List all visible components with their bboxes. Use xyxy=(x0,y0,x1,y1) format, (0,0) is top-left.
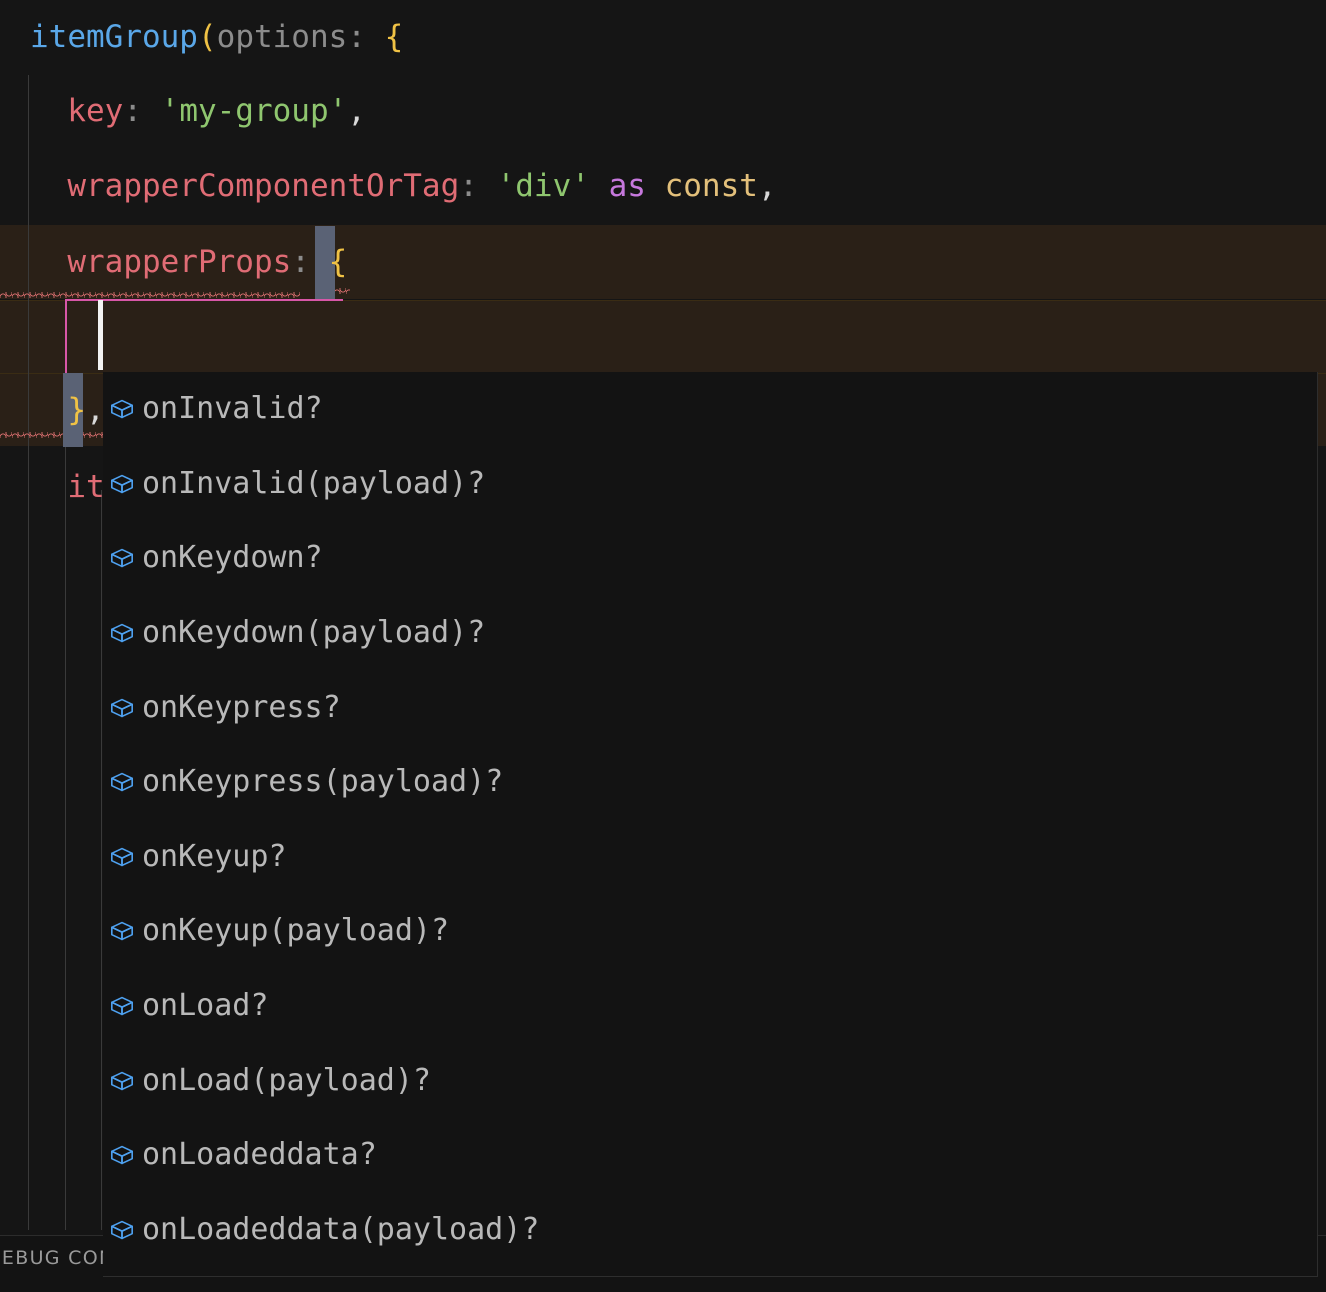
code-token: 'div' xyxy=(496,168,590,204)
code-line[interactable]: wrapperProps: { xyxy=(0,225,1326,299)
code-line-text: }, xyxy=(30,373,105,447)
code-line[interactable]: key: 'my-group', xyxy=(0,74,1326,148)
code-token: key xyxy=(67,93,124,129)
suggest-row[interactable]: onKeypress(payload)? xyxy=(103,745,1317,820)
code-token: } xyxy=(67,392,86,428)
code-line-text: wrapperProps: { xyxy=(30,225,347,299)
suggest-row-label: onKeyup? xyxy=(142,838,287,874)
property-cube-icon xyxy=(109,918,135,944)
property-cube-icon xyxy=(109,993,135,1019)
code-token: ( xyxy=(197,19,217,55)
code-token: : xyxy=(291,244,329,280)
code-token: const xyxy=(664,168,758,204)
code-token: itemGroup xyxy=(30,19,198,55)
code-token: it xyxy=(67,469,105,505)
suggest-row[interactable]: onInvalid? xyxy=(103,372,1317,447)
property-cube-icon xyxy=(109,769,135,795)
property-cube-icon xyxy=(109,695,135,721)
property-cube-icon xyxy=(109,1068,135,1094)
suggest-row-label: onKeypress(payload)? xyxy=(142,764,504,800)
suggest-row-label: onInvalid(payload)? xyxy=(142,465,486,501)
property-cube-icon xyxy=(109,396,135,422)
suggest-row[interactable]: onKeyup(payload)? xyxy=(103,894,1317,969)
code-token: wrapperComponentOrTag xyxy=(67,168,460,204)
suggest-widget[interactable]: onInvalid? onInvalid(payload)? onKeydown… xyxy=(103,372,1318,1277)
suggest-row[interactable]: onLoad(payload)? xyxy=(103,1043,1317,1118)
code-line-text: key: 'my-group', xyxy=(30,74,366,148)
code-token: wrapperProps xyxy=(67,244,292,280)
property-cube-icon xyxy=(109,471,135,497)
suggest-row-label: onKeyup(payload)? xyxy=(142,913,450,949)
code-token: : xyxy=(459,168,497,204)
suggest-row[interactable]: onLoadeddata? xyxy=(103,1118,1317,1193)
code-line-text: itemGroup(options: { xyxy=(30,0,403,74)
suggest-row[interactable]: onKeydown(payload)? xyxy=(103,596,1317,671)
suggest-row[interactable]: onLoadeddata(payload)? xyxy=(103,1193,1317,1268)
code-line[interactable]: itemGroup(options: { xyxy=(0,0,1326,74)
code-token: options: xyxy=(216,19,385,55)
code-token: as xyxy=(608,168,646,204)
suggest-row-label: onInvalid? xyxy=(142,391,323,427)
suggest-row-label: onKeydown? xyxy=(142,540,323,576)
suggest-row[interactable]: onKeydown? xyxy=(103,521,1317,596)
code-line-text xyxy=(30,300,105,374)
suggest-row[interactable]: onInvalid(payload)? xyxy=(103,447,1317,522)
property-cube-icon xyxy=(109,545,135,571)
code-editor-window: itemGroup(options: { key: 'my-group', wr… xyxy=(0,0,1326,1292)
code-token: { xyxy=(328,244,348,280)
code-line[interactable]: wrapperComponentOrTag: 'div' as const, xyxy=(0,149,1326,223)
code-line-text: it xyxy=(30,450,105,524)
code-token: { xyxy=(384,19,404,55)
indent-guide-level-3 xyxy=(101,490,102,1230)
suggest-row-label: onLoadeddata(payload)? xyxy=(142,1211,540,1247)
property-cube-icon xyxy=(109,844,135,870)
property-cube-icon xyxy=(109,1217,135,1243)
code-token: , xyxy=(347,93,366,129)
code-line[interactable] xyxy=(0,300,1326,374)
property-cube-icon xyxy=(109,1142,135,1168)
suggest-row-label: onKeypress? xyxy=(142,689,341,725)
suggest-row-label: onLoad? xyxy=(142,988,269,1024)
code-token: , xyxy=(757,168,777,204)
suggest-row[interactable]: onLoad? xyxy=(103,969,1317,1044)
suggest-row-label: onKeydown(payload)? xyxy=(142,615,486,651)
suggest-row[interactable]: onKeyup? xyxy=(103,820,1317,895)
suggest-row[interactable]: onKeypress? xyxy=(103,670,1317,745)
code-token: 'my-group' xyxy=(160,93,348,129)
suggest-list[interactable]: onInvalid? onInvalid(payload)? onKeydown… xyxy=(103,372,1317,1267)
property-cube-icon xyxy=(109,620,135,646)
code-token: : xyxy=(123,93,161,129)
suggest-row-label: onLoad(payload)? xyxy=(142,1062,431,1098)
code-token: , xyxy=(86,392,105,428)
code-line-text: wrapperComponentOrTag: 'div' as const, xyxy=(30,149,777,223)
suggest-row-label: onLoadeddata? xyxy=(142,1137,377,1173)
